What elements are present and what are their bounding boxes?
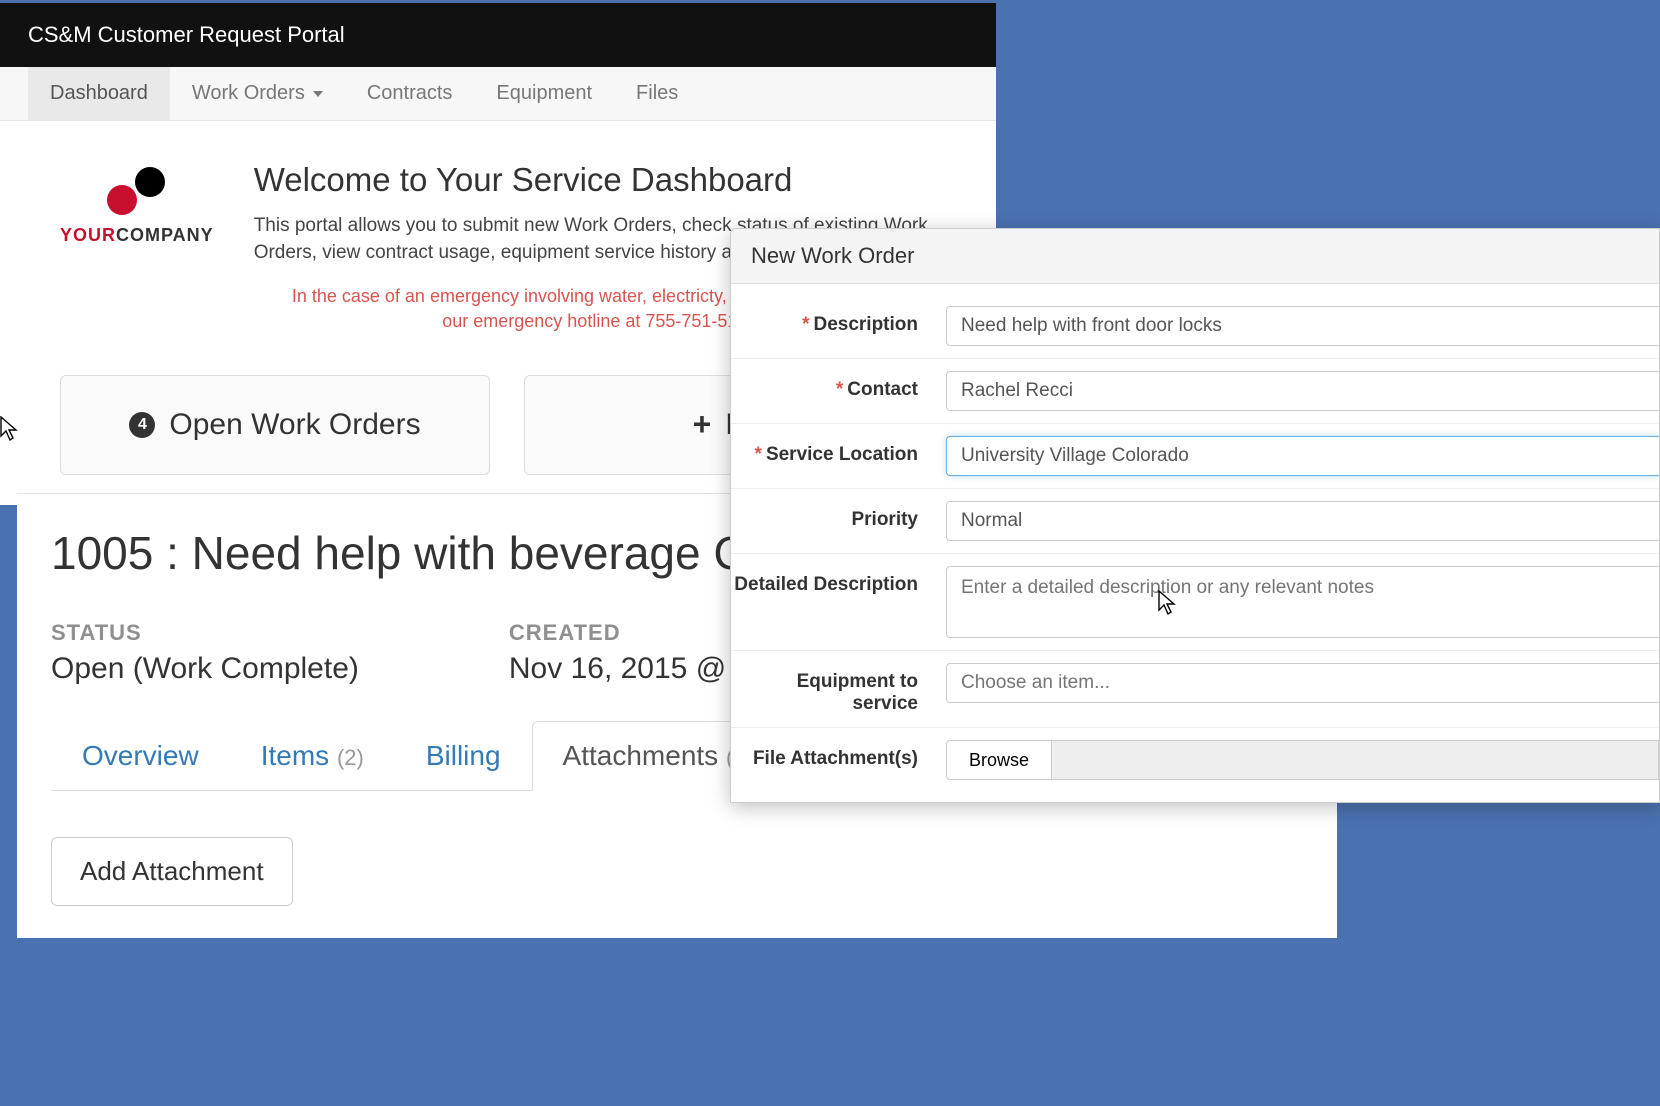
- nav-contracts[interactable]: Contracts: [345, 67, 475, 120]
- modal-title: New Work Order: [731, 229, 1659, 284]
- tab-overview-label: Overview: [82, 740, 199, 771]
- new-work-order-modal: New Work Order *Description *Contact *Se…: [730, 228, 1660, 803]
- welcome-heading: Welcome to Your Service Dashboard: [254, 161, 946, 199]
- tab-items-count: (2): [337, 745, 364, 770]
- logo-brand-right: COMPANY: [116, 225, 214, 245]
- open-work-orders-tile[interactable]: 4 Open Work Orders: [60, 375, 490, 475]
- nav-files-label: Files: [636, 82, 678, 105]
- logo-brand-left: YOUR: [60, 225, 116, 245]
- status-label: STATUS: [51, 620, 359, 646]
- equipment-label: Equipment to service: [731, 663, 946, 715]
- top-nav: Dashboard Work Orders Contracts Equipmen…: [0, 67, 996, 121]
- priority-input[interactable]: [946, 501, 1659, 541]
- service-location-label: *Service Location: [731, 436, 946, 466]
- service-location-input[interactable]: [946, 436, 1659, 476]
- tab-billing[interactable]: Billing: [395, 721, 532, 791]
- equipment-input[interactable]: [946, 663, 1659, 703]
- tab-attachments-label: Attachments: [563, 740, 719, 771]
- nav-dashboard[interactable]: Dashboard: [28, 67, 170, 120]
- chevron-down-icon: [313, 91, 323, 97]
- description-label-text: Description: [813, 314, 918, 335]
- tab-overview[interactable]: Overview: [51, 721, 230, 791]
- tab-billing-label: Billing: [426, 740, 501, 771]
- nav-equipment-label: Equipment: [496, 82, 592, 105]
- detailed-description-input[interactable]: [946, 566, 1659, 638]
- description-label: *Description: [731, 306, 946, 336]
- app-header: CS&M Customer Request Portal: [0, 3, 996, 67]
- add-attachment-button[interactable]: Add Attachment: [51, 837, 293, 906]
- nav-work-orders-label: Work Orders: [192, 82, 305, 105]
- nav-dashboard-label: Dashboard: [50, 82, 148, 105]
- logo-text: YOURCOMPANY: [60, 225, 214, 246]
- service-location-label-text: Service Location: [766, 444, 918, 465]
- priority-label: Priority: [731, 501, 946, 531]
- app-title: CS&M Customer Request Portal: [28, 22, 345, 48]
- nav-equipment[interactable]: Equipment: [474, 67, 614, 120]
- file-path-display: [1052, 740, 1659, 780]
- contact-input[interactable]: [946, 371, 1659, 411]
- status-value: Open (Work Complete): [51, 652, 359, 686]
- company-logo: YOURCOMPANY: [60, 161, 214, 335]
- description-input[interactable]: [946, 306, 1659, 346]
- browse-button[interactable]: Browse: [946, 740, 1052, 780]
- tab-items-label: Items: [261, 740, 329, 771]
- contact-label: *Contact: [731, 371, 946, 401]
- nav-files[interactable]: Files: [614, 67, 700, 120]
- open-count-badge: 4: [129, 412, 155, 438]
- file-attachments-label: File Attachment(s): [731, 740, 946, 770]
- detailed-description-label: Detailed Description: [731, 566, 946, 596]
- contact-label-text: Contact: [847, 379, 918, 400]
- nav-work-orders[interactable]: Work Orders: [170, 67, 345, 120]
- nav-contracts-label: Contracts: [367, 82, 453, 105]
- open-work-orders-label: Open Work Orders: [169, 408, 420, 442]
- tab-items[interactable]: Items (2): [230, 721, 395, 791]
- plus-icon: +: [693, 406, 712, 443]
- logo-icon: [107, 167, 167, 217]
